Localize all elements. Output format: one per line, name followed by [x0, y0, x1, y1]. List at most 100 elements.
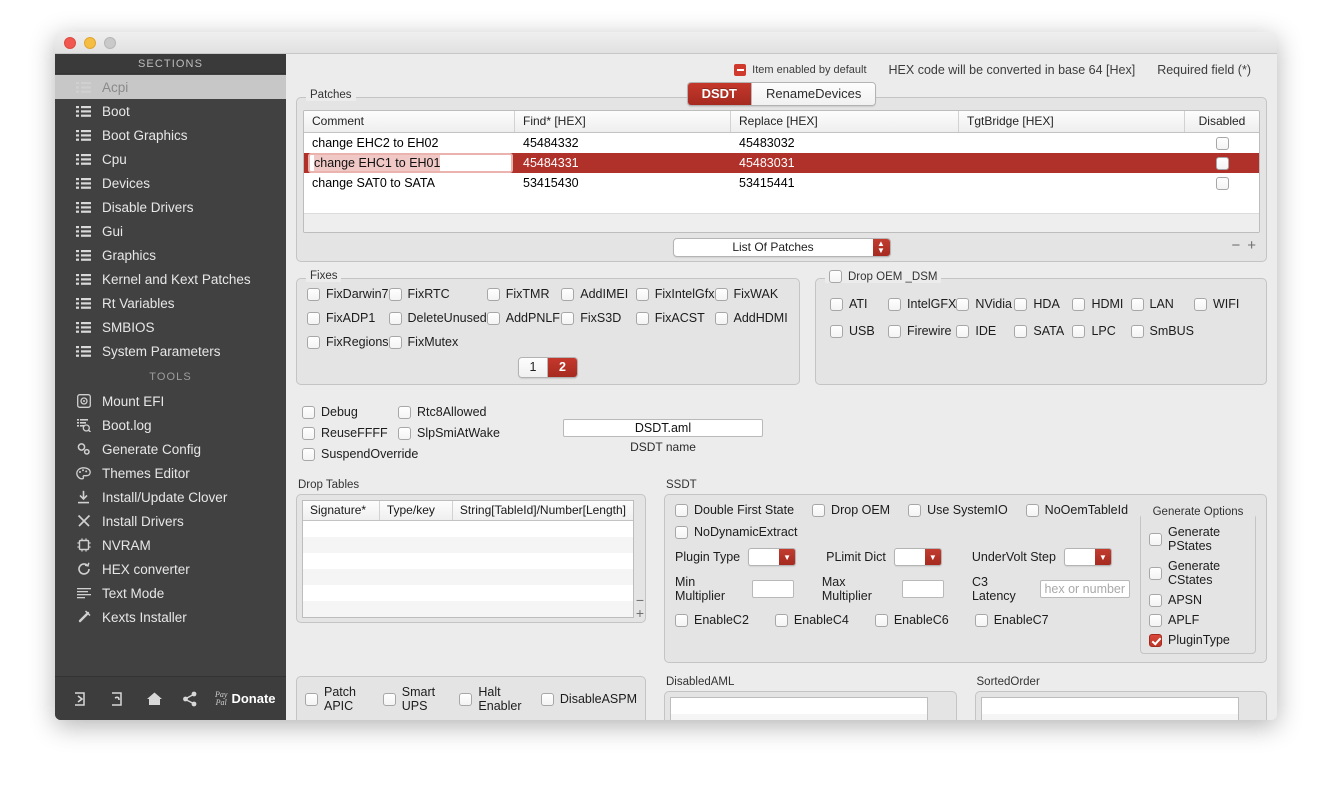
fix-fixtmr[interactable]: FixTMR [486, 287, 562, 301]
ssdt-drop-oem[interactable]: Drop OEM [812, 503, 890, 517]
dsm-smbus[interactable]: SmBUS [1130, 324, 1194, 338]
dsm-ide[interactable]: IDE [956, 324, 1014, 338]
cell-find[interactable]: 45484332 [515, 136, 731, 150]
column-comment[interactable]: Comment [304, 111, 515, 132]
cell-find[interactable]: 45484331 [515, 156, 731, 170]
add-patch-button[interactable]: + [1247, 237, 1256, 255]
share-icon[interactable] [173, 684, 207, 714]
checkbox[interactable] [398, 426, 411, 440]
checkbox[interactable] [398, 405, 411, 419]
checkbox[interactable] [486, 311, 500, 325]
sidebar-item-kernel-and-kext-patches[interactable]: Kernel and Kext Patches [55, 267, 286, 291]
sidebar-item-install-update-clover[interactable]: Install/Update Clover [55, 485, 286, 509]
checkbox[interactable] [774, 613, 788, 627]
sidebar-item-system-parameters[interactable]: System Parameters [55, 339, 286, 363]
sidebar-item-generate-config[interactable]: Generate Config [55, 437, 286, 461]
flag-slpsmiatwake[interactable]: SlpSmiAtWake [398, 426, 538, 440]
sidebar-item-hex-converter[interactable]: HEX converter [55, 557, 286, 581]
sidebar-item-install-drivers[interactable]: Install Drivers [55, 509, 286, 533]
opt-halt-enabler[interactable]: Halt Enabler [459, 685, 526, 713]
column-find[interactable]: Find* [HEX] [515, 111, 731, 132]
opt-patch-apic[interactable]: Patch APIC [305, 685, 369, 713]
fix-fixintelgfx[interactable]: FixIntelGfx [635, 287, 715, 301]
sidebar-item-boot-log[interactable]: Boot.log [55, 413, 286, 437]
dsm-ati[interactable]: ATI [830, 297, 888, 311]
checkbox[interactable] [1025, 503, 1039, 517]
genopt-generate-pstates[interactable]: Generate PStates [1149, 525, 1247, 553]
disabled-checkbox[interactable] [1215, 156, 1229, 170]
list-item[interactable] [303, 585, 633, 601]
fix-fixmutex[interactable]: FixMutex [388, 335, 487, 349]
minimize-window-button[interactable] [84, 36, 96, 49]
checkbox[interactable] [1072, 324, 1086, 338]
column-string-number[interactable]: String[TableId]/Number[Length] [453, 501, 633, 520]
disabled-checkbox[interactable] [1215, 136, 1229, 150]
list-item[interactable] [303, 537, 633, 553]
cell-comment[interactable]: change SAT0 to SATA [304, 176, 515, 190]
list-item[interactable] [671, 714, 927, 720]
list-item[interactable] [303, 553, 633, 569]
column-type-key[interactable]: Type/key [380, 501, 453, 520]
checkbox[interactable] [382, 692, 396, 706]
checkbox[interactable] [1130, 297, 1144, 311]
genopt-plugintype[interactable]: PluginType [1149, 633, 1247, 647]
checkbox[interactable] [388, 335, 402, 349]
checkbox[interactable] [714, 287, 728, 301]
fix-deleteunused[interactable]: DeleteUnused [388, 311, 487, 325]
checkbox[interactable] [388, 287, 402, 301]
dsm-usb[interactable]: USB [830, 324, 888, 338]
checkbox[interactable] [388, 311, 402, 325]
checkbox[interactable] [1149, 613, 1162, 627]
drop-oem-dsm-checkbox[interactable] [829, 270, 842, 283]
zoom-window-button[interactable] [104, 36, 116, 49]
fix-addimei[interactable]: AddIMEI [561, 287, 636, 301]
tab-renamedevices[interactable]: RenameDevices [752, 83, 876, 105]
donate-button[interactable]: Pay Pal Donate [215, 690, 276, 707]
ssdt-enablec2[interactable]: EnableC2 [675, 613, 749, 627]
checkbox[interactable] [956, 297, 970, 311]
sidebar-item-boot[interactable]: Boot [55, 99, 286, 123]
sidebar-item-acpi[interactable]: Acpi [55, 75, 286, 99]
fix-fixwak[interactable]: FixWAK [714, 287, 790, 301]
checkbox[interactable] [307, 335, 320, 349]
checkbox[interactable] [830, 324, 843, 338]
checkbox[interactable] [888, 297, 902, 311]
checkbox[interactable] [561, 311, 575, 325]
sidebar-item-text-mode[interactable]: Text Mode [55, 581, 286, 605]
max-multiplier-input[interactable] [902, 580, 944, 598]
dsm-nvidia[interactable]: NVidia [956, 297, 1014, 311]
checkbox[interactable] [302, 447, 315, 461]
remove-patch-button[interactable]: − [1231, 237, 1240, 255]
dsm-sata[interactable]: SATA [1014, 324, 1072, 338]
dsm-lan[interactable]: LAN [1130, 297, 1194, 311]
sorted-order-list[interactable] [980, 697, 1239, 720]
column-tgtbridge[interactable]: TgtBridge [HEX] [959, 111, 1185, 132]
checkbox[interactable] [874, 613, 888, 627]
close-window-button[interactable] [64, 36, 76, 49]
fix-fixregions[interactable]: FixRegions [307, 335, 389, 349]
checkbox[interactable] [635, 311, 649, 325]
checkbox[interactable] [302, 405, 315, 419]
cell-replace[interactable]: 53415441 [731, 176, 959, 190]
ssdt-double-first-state[interactable]: Double First State [675, 503, 794, 517]
home-icon[interactable] [137, 684, 171, 714]
checkbox[interactable] [1014, 297, 1028, 311]
checkbox[interactable] [302, 426, 315, 440]
checkbox[interactable] [1014, 324, 1028, 338]
cell-find[interactable]: 53415430 [515, 176, 731, 190]
undervolt-step-select[interactable]: ▼ [1063, 548, 1112, 566]
fix-fixdarwin7[interactable]: FixDarwin7 [307, 287, 389, 301]
add-drop-table-button[interactable]: + [636, 606, 644, 620]
checkbox[interactable] [714, 311, 728, 325]
ssdt-use-systemio[interactable]: Use SystemIO [908, 503, 1008, 517]
sidebar-item-kexts-installer[interactable]: Kexts Installer [55, 605, 286, 629]
fix-addhdmi[interactable]: AddHDMI [714, 311, 790, 325]
list-item[interactable] [982, 698, 1238, 714]
dsm-lpc[interactable]: LPC [1072, 324, 1130, 338]
list-item[interactable] [303, 601, 633, 617]
checkbox[interactable] [459, 692, 473, 706]
checkbox[interactable] [305, 692, 318, 706]
column-disabled[interactable]: Disabled [1185, 111, 1259, 132]
dsm-wifi[interactable]: WIFI [1193, 297, 1252, 311]
dsm-intelgfx[interactable]: IntelGFX [888, 297, 956, 311]
